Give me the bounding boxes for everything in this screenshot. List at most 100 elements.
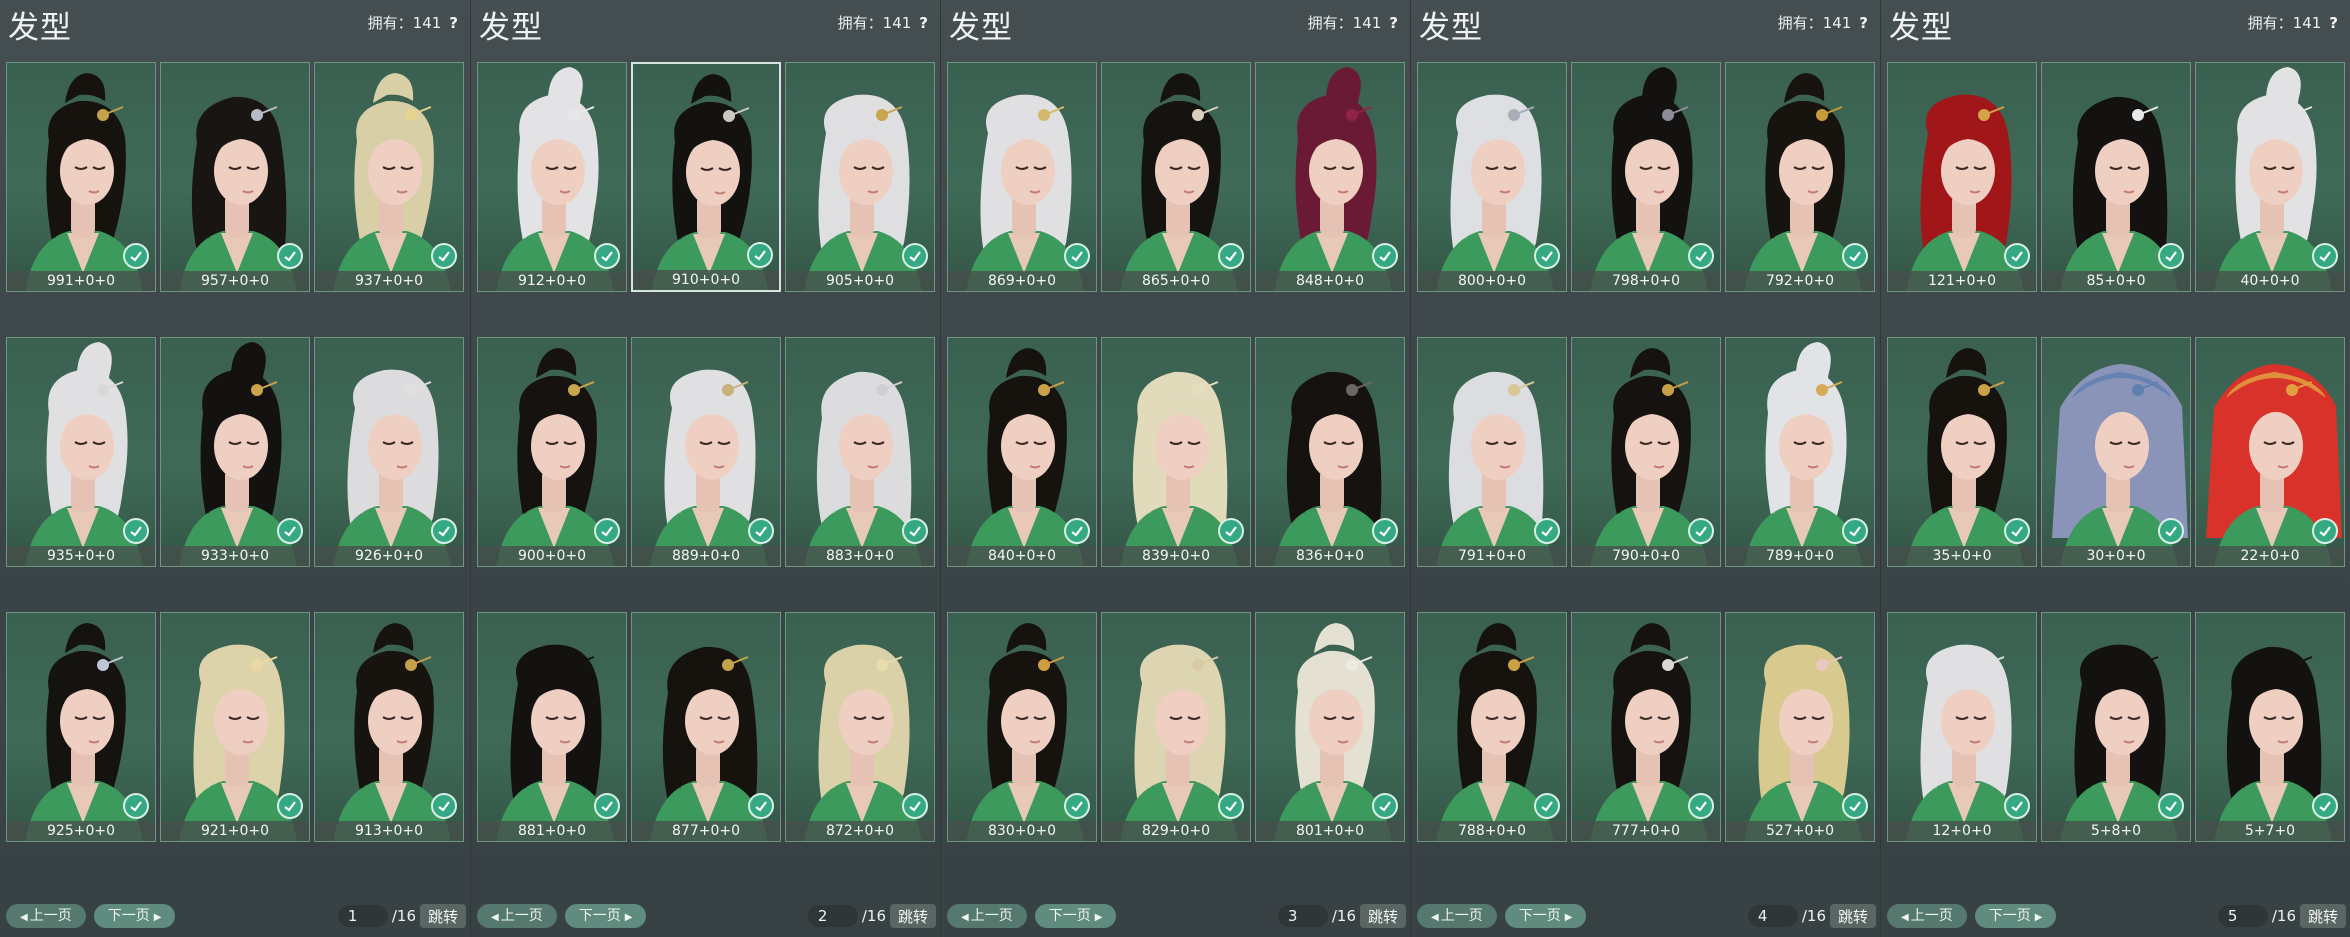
jump-button[interactable]: 跳转: [1829, 904, 1876, 928]
prev-page-label: 上一页: [970, 908, 1013, 924]
hairstyle-card[interactable]: 957+0+0: [160, 62, 310, 292]
next-page-button[interactable]: 下一页 ▶: [1034, 904, 1117, 928]
hairstyle-code: 798+0+0: [1572, 271, 1720, 291]
hairstyle-grid: 991+0+0 957+0+0 937+0+0 935+0+0 933+0+0 926+0…: [6, 62, 464, 842]
hairstyle-code: 840+0+0: [948, 546, 1096, 566]
owned-count: 拥有：141 ?: [2248, 12, 2338, 33]
prev-page-button[interactable]: ◀ 上一页: [1887, 904, 1967, 928]
hairstyle-card[interactable]: 12+0+0: [1887, 612, 2037, 842]
hairstyle-card[interactable]: 933+0+0: [160, 337, 310, 567]
page-number-input[interactable]: [1747, 905, 1798, 927]
hairstyle-card[interactable]: 872+0+0: [785, 612, 935, 842]
hairstyle-card[interactable]: 798+0+0: [1571, 62, 1721, 292]
hairstyle-card[interactable]: 877+0+0: [631, 612, 781, 842]
next-page-button[interactable]: 下一页 ▶: [564, 904, 647, 928]
face: [839, 137, 893, 205]
hairstyle-card[interactable]: 883+0+0: [785, 337, 935, 567]
hairstyle-wardrobe: 发型 拥有：141 ? 991+0+0 957+0+0 937+0+0 935+0+0…: [0, 0, 2350, 937]
help-icon[interactable]: ?: [1389, 14, 1398, 32]
help-icon[interactable]: ?: [1859, 14, 1868, 32]
hairstyle-card[interactable]: 788+0+0: [1417, 612, 1567, 842]
prev-page-button[interactable]: ◀ 上一页: [947, 904, 1027, 928]
prev-page-button[interactable]: ◀ 上一页: [477, 904, 557, 928]
hairstyle-card[interactable]: 881+0+0: [477, 612, 627, 842]
hair-top: [65, 623, 106, 653]
hairstyle-card[interactable]: 829+0+0: [1101, 612, 1251, 842]
owned-check-icon: [2312, 243, 2338, 269]
hairstyle-card[interactable]: 840+0+0: [947, 337, 1097, 567]
hairstyle-card[interactable]: 869+0+0: [947, 62, 1097, 292]
next-page-button[interactable]: 下一页 ▶: [93, 904, 176, 928]
prev-page-label: 上一页: [500, 908, 543, 924]
jump-button[interactable]: 跳转: [2299, 904, 2346, 928]
prev-page-button[interactable]: ◀ 上一页: [1417, 904, 1497, 928]
help-icon[interactable]: ?: [919, 14, 928, 32]
hairstyle-card[interactable]: 790+0+0: [1571, 337, 1721, 567]
face: [368, 687, 422, 755]
hair-top: [1314, 623, 1355, 653]
hairstyle-card[interactable]: 910+0+0: [631, 62, 781, 292]
hairstyle-card[interactable]: 848+0+0: [1255, 62, 1405, 292]
page-number-input[interactable]: [2217, 905, 2268, 927]
owned-check-icon: [902, 793, 928, 819]
hairstyle-card[interactable]: 991+0+0: [6, 62, 156, 292]
hairstyle-card[interactable]: 801+0+0: [1255, 612, 1405, 842]
hairstyle-card[interactable]: 935+0+0: [6, 337, 156, 567]
left-arrow-icon: ◀: [961, 912, 969, 923]
hairstyle-card[interactable]: 800+0+0: [1417, 62, 1567, 292]
hairstyle-card[interactable]: 791+0+0: [1417, 337, 1567, 567]
hairstyle-card[interactable]: 921+0+0: [160, 612, 310, 842]
hairstyle-card[interactable]: 5+8+0: [2041, 612, 2191, 842]
help-icon[interactable]: ?: [449, 14, 458, 32]
owned-check-icon: [1842, 518, 1868, 544]
hairstyle-code: 5+7+0: [2196, 821, 2344, 841]
hairstyle-card[interactable]: 889+0+0: [631, 337, 781, 567]
pagination-buttons: ◀ 上一页 下一页 ▶: [477, 904, 647, 928]
owned-check-icon: [902, 243, 928, 269]
face: [60, 687, 114, 755]
jump-button[interactable]: 跳转: [889, 904, 936, 928]
jump-button[interactable]: 跳转: [419, 904, 466, 928]
hairstyle-card[interactable]: 900+0+0: [477, 337, 627, 567]
hairstyle-card[interactable]: 839+0+0: [1101, 337, 1251, 567]
hairstyle-card[interactable]: 22+0+0: [2195, 337, 2345, 567]
hairstyle-card[interactable]: 912+0+0: [477, 62, 627, 292]
hairstyle-card[interactable]: 836+0+0: [1255, 337, 1405, 567]
owned-check-icon: [748, 793, 774, 819]
hairstyle-card[interactable]: 865+0+0: [1101, 62, 1251, 292]
hairstyle-card[interactable]: 40+0+0: [2195, 62, 2345, 292]
hairstyle-card[interactable]: 937+0+0: [314, 62, 464, 292]
help-icon[interactable]: ?: [2329, 14, 2338, 32]
owned-check-icon: [123, 793, 149, 819]
hair-top: [1630, 623, 1671, 653]
hairstyle-card[interactable]: 527+0+0: [1725, 612, 1875, 842]
page-number-input[interactable]: [807, 905, 858, 927]
page-number-input[interactable]: [337, 905, 388, 927]
hair-top: [1630, 348, 1671, 378]
hairstyle-card[interactable]: 789+0+0: [1725, 337, 1875, 567]
next-page-button[interactable]: 下一页 ▶: [1974, 904, 2057, 928]
hairstyle-card[interactable]: 5+7+0: [2195, 612, 2345, 842]
hairstyle-card[interactable]: 85+0+0: [2041, 62, 2191, 292]
prev-page-button[interactable]: ◀ 上一页: [6, 904, 86, 928]
face: [1941, 412, 1995, 480]
face: [685, 687, 739, 755]
next-page-button[interactable]: 下一页 ▶: [1504, 904, 1587, 928]
hairstyle-card[interactable]: 35+0+0: [1887, 337, 2037, 567]
owned-check-icon: [1842, 243, 1868, 269]
hair-top: [65, 73, 106, 103]
page-number-input[interactable]: [1277, 905, 1328, 927]
hairstyle-card[interactable]: 905+0+0: [785, 62, 935, 292]
hairstyle-card[interactable]: 30+0+0: [2041, 337, 2191, 567]
hairstyle-card[interactable]: 925+0+0: [6, 612, 156, 842]
hairstyle-card[interactable]: 121+0+0: [1887, 62, 2037, 292]
face: [1001, 687, 1055, 755]
hairstyle-card[interactable]: 830+0+0: [947, 612, 1097, 842]
hairstyle-card[interactable]: 792+0+0: [1725, 62, 1875, 292]
hairstyle-card[interactable]: 913+0+0: [314, 612, 464, 842]
face: [1779, 687, 1833, 755]
hairstyle-card[interactable]: 926+0+0: [314, 337, 464, 567]
jump-button[interactable]: 跳转: [1359, 904, 1406, 928]
hairstyle-card[interactable]: 777+0+0: [1571, 612, 1721, 842]
left-arrow-icon: ◀: [1901, 912, 1909, 923]
